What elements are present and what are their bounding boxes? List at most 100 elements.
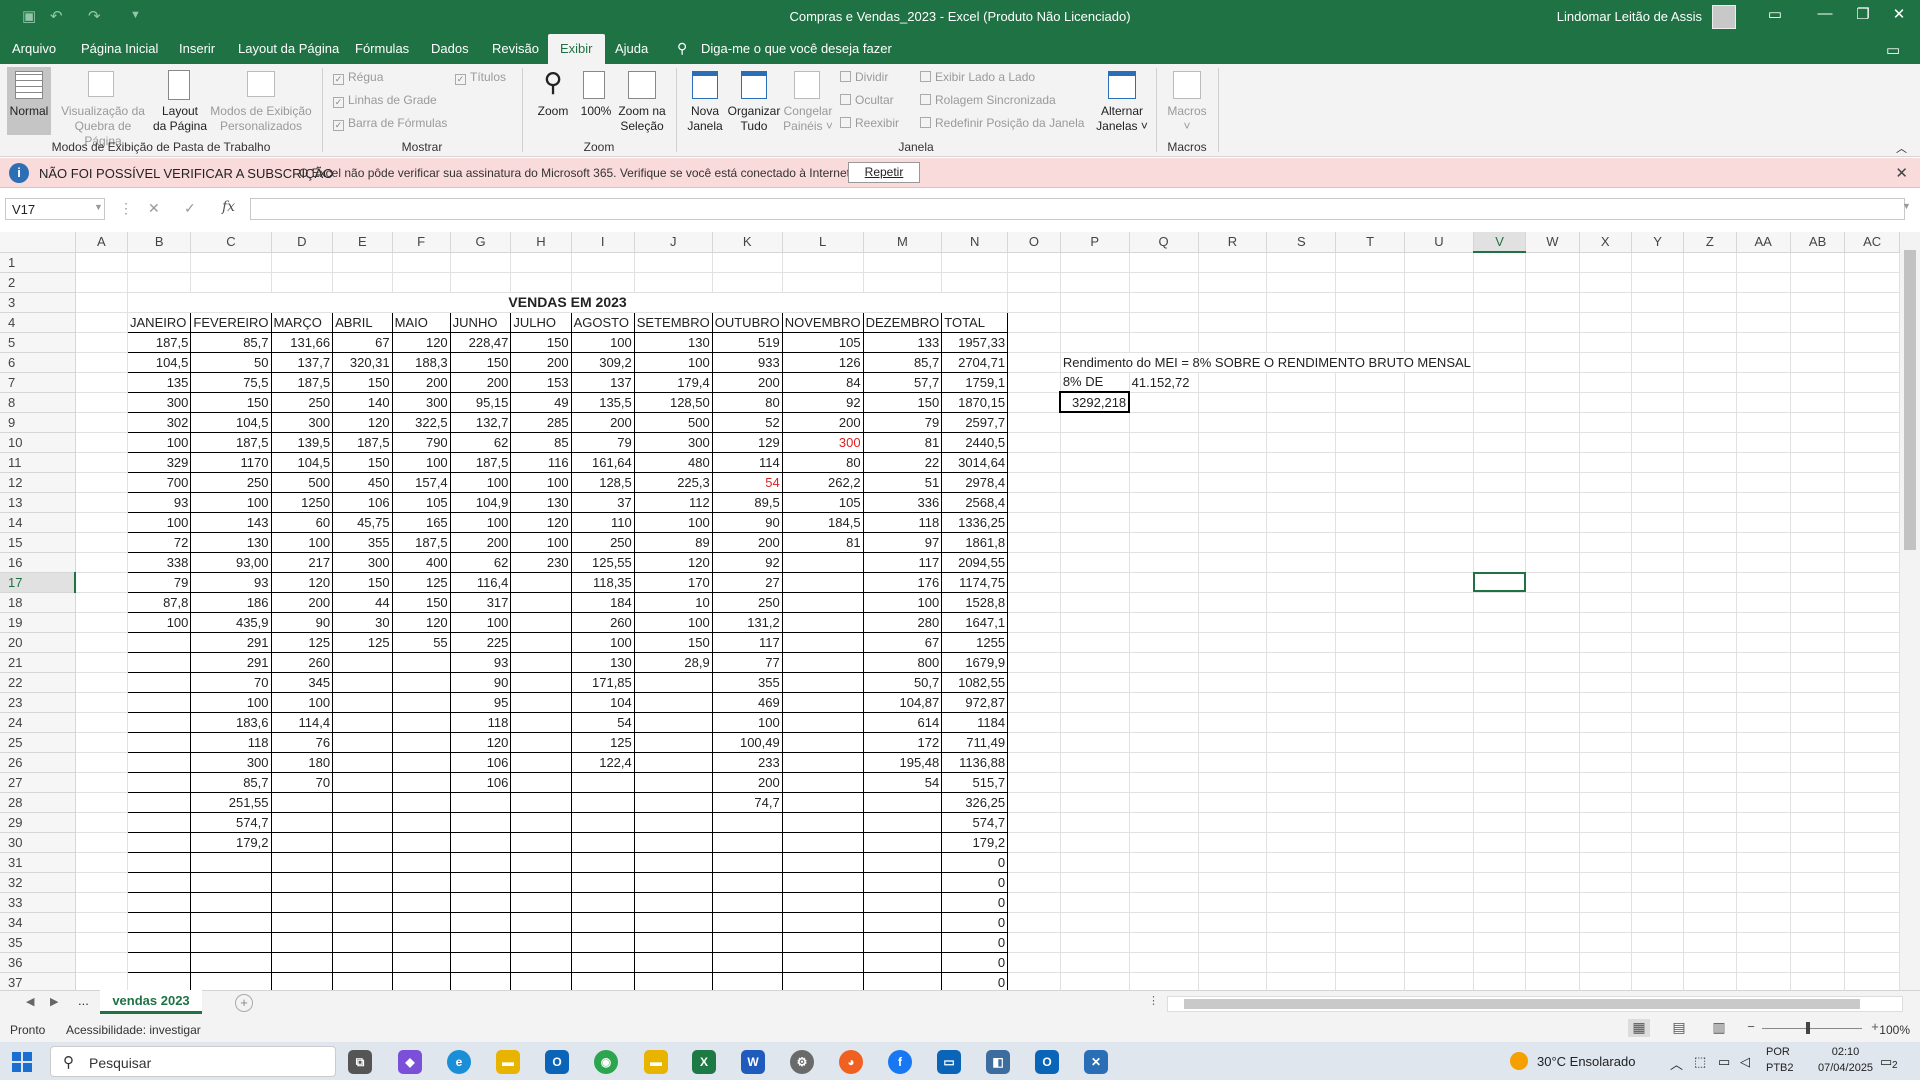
cell-O19[interactable]	[1007, 612, 1061, 633]
cell-Z24[interactable]	[1683, 712, 1737, 733]
cell-Y1[interactable]	[1631, 252, 1685, 273]
cell-J17[interactable]: 170	[633, 571, 713, 593]
cell-A16[interactable]	[75, 552, 129, 573]
row-header[interactable]: 9	[0, 412, 76, 433]
cell-E15[interactable]: 355	[332, 531, 393, 553]
cell-I34[interactable]	[570, 911, 635, 933]
cell-AB32[interactable]	[1790, 872, 1846, 893]
cell-B30[interactable]	[127, 831, 192, 853]
cell-F25[interactable]	[391, 731, 451, 753]
cell-I10[interactable]: 79	[570, 431, 635, 453]
cell-W34[interactable]	[1525, 912, 1580, 933]
cell-AB36[interactable]	[1790, 952, 1846, 973]
cell-L5[interactable]: 105	[781, 331, 864, 353]
cell-P10[interactable]	[1060, 432, 1130, 453]
cell-U28[interactable]	[1404, 792, 1474, 813]
cell-B6[interactable]: 104,5	[127, 351, 192, 373]
cell-E26[interactable]	[332, 751, 393, 773]
cell-N22[interactable]: 1082,55	[941, 671, 1009, 693]
cell-K29[interactable]	[711, 811, 783, 833]
cell-S37[interactable]	[1266, 972, 1337, 990]
cell-C36[interactable]	[190, 951, 272, 973]
cell-C34[interactable]	[190, 911, 272, 933]
cell-AC35[interactable]	[1844, 932, 1900, 953]
cell-H23[interactable]	[510, 691, 572, 713]
split-button[interactable]: Dividir	[840, 70, 888, 84]
row-header[interactable]: 20	[0, 632, 76, 653]
cell-S25[interactable]	[1266, 732, 1337, 753]
cell-A34[interactable]	[75, 912, 129, 933]
cell-AC17[interactable]	[1844, 572, 1900, 593]
cell-T27[interactable]	[1335, 772, 1406, 793]
cell-P11[interactable]	[1060, 452, 1130, 473]
cell-E5[interactable]: 67	[332, 331, 393, 353]
cell-S34[interactable]	[1266, 912, 1337, 933]
horizontal-scrollbar[interactable]	[1167, 996, 1903, 1012]
cell-O21[interactable]	[1007, 652, 1061, 673]
cell-Q1[interactable]	[1129, 252, 1199, 273]
cell-Z33[interactable]	[1683, 892, 1737, 913]
cell-G6[interactable]: 150	[449, 351, 512, 373]
cell-P34[interactable]	[1060, 912, 1130, 933]
cell-U4[interactable]	[1404, 312, 1474, 333]
cell-AB11[interactable]	[1790, 452, 1846, 473]
cell-R22[interactable]	[1198, 672, 1268, 693]
cell-N9[interactable]: 2597,7	[941, 411, 1009, 433]
cell-I30[interactable]	[570, 831, 635, 853]
cell-H6[interactable]: 200	[510, 351, 572, 373]
cell-AB27[interactable]	[1790, 772, 1846, 793]
cell-M36[interactable]	[862, 951, 943, 973]
cell-I12[interactable]: 128,5	[570, 471, 635, 493]
row-header[interactable]: 35	[0, 932, 76, 953]
cell-Z35[interactable]	[1683, 932, 1737, 953]
cell-S22[interactable]	[1266, 672, 1337, 693]
column-header-e[interactable]: E	[332, 232, 393, 253]
cell-F6[interactable]: 188,3	[391, 351, 451, 373]
cell-Y23[interactable]	[1631, 692, 1685, 713]
cell-V15[interactable]	[1473, 532, 1527, 553]
cell-G27[interactable]: 106	[449, 771, 512, 793]
cell-J18[interactable]: 10	[633, 591, 713, 613]
zoom-selection-button[interactable]: Zoom na Seleção	[612, 104, 672, 134]
cell-F35[interactable]	[391, 931, 451, 953]
cell-Z19[interactable]	[1683, 612, 1737, 633]
column-header-a[interactable]: A	[75, 232, 129, 253]
cell-O27[interactable]	[1007, 772, 1061, 793]
cell-E9[interactable]: 120	[332, 411, 393, 433]
cell-Z23[interactable]	[1683, 692, 1737, 713]
cell-H27[interactable]	[510, 771, 572, 793]
cell-AC5[interactable]	[1844, 332, 1900, 353]
cell-Z20[interactable]	[1683, 632, 1737, 653]
cell-L25[interactable]	[781, 731, 864, 753]
cell-M18[interactable]: 100	[862, 591, 943, 613]
cell-G36[interactable]	[449, 951, 512, 973]
cell-AA25[interactable]	[1736, 732, 1791, 753]
cell-S26[interactable]	[1266, 752, 1337, 773]
cell-D36[interactable]	[270, 951, 334, 973]
cell-Z11[interactable]	[1683, 452, 1737, 473]
cell-W29[interactable]	[1525, 812, 1580, 833]
cell-D15[interactable]: 100	[270, 531, 334, 553]
cell-L37[interactable]	[781, 971, 864, 990]
cell-Z31[interactable]	[1683, 852, 1737, 873]
cell-Z14[interactable]	[1683, 512, 1737, 533]
cell-G10[interactable]: 62	[449, 431, 512, 453]
cell-AA12[interactable]	[1736, 472, 1791, 493]
cell-AB17[interactable]	[1790, 572, 1846, 593]
cell-G35[interactable]	[449, 931, 512, 953]
cell-X20[interactable]	[1579, 632, 1632, 653]
formula-input[interactable]	[250, 198, 1905, 220]
cell-I17[interactable]: 118,35	[570, 571, 635, 593]
cell-I11[interactable]: 161,64	[570, 451, 635, 473]
cell-Q8[interactable]	[1129, 392, 1199, 413]
cell-C30[interactable]: 179,2	[190, 831, 272, 853]
app-icon[interactable]: ◧	[986, 1050, 1010, 1074]
cell-M7[interactable]: 57,7	[862, 371, 943, 393]
cell-Y37[interactable]	[1631, 972, 1685, 990]
cell-N25[interactable]: 711,49	[941, 731, 1009, 753]
cell-B7[interactable]: 135	[127, 371, 192, 393]
cell-O18[interactable]	[1007, 592, 1061, 613]
cell-X35[interactable]	[1579, 932, 1632, 953]
cell-W33[interactable]	[1525, 892, 1580, 913]
cell-C35[interactable]	[190, 931, 272, 953]
